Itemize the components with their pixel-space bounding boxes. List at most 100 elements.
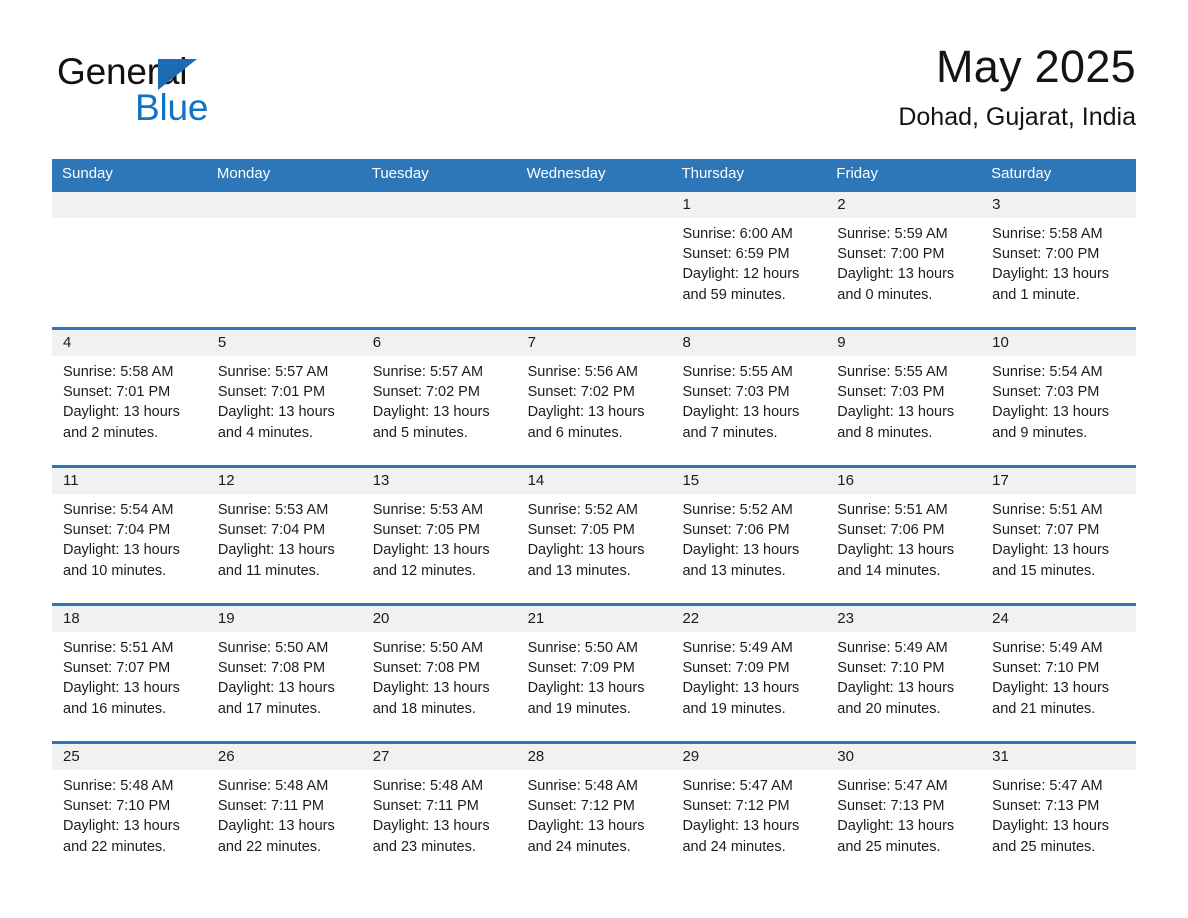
day-number[interactable]: 9 xyxy=(826,330,981,356)
day-cell[interactable]: Sunrise: 5:47 AM Sunset: 7:13 PM Dayligh… xyxy=(981,770,1136,879)
daylight-text-cont: and 22 minutes. xyxy=(217,838,322,855)
day-number[interactable] xyxy=(517,192,672,218)
day-cell[interactable]: Sunrise: 5:47 AM Sunset: 7:13 PM Dayligh… xyxy=(826,770,981,879)
daylight-text: Daylight: 13 hours xyxy=(837,818,955,835)
day-cell[interactable]: Sunrise: 5:50 AM Sunset: 7:08 PM Dayligh… xyxy=(362,632,517,741)
sunrise-text: Sunrise: 5:48 AM xyxy=(372,778,484,794)
location-subtitle: Dohad, Gujarat, India xyxy=(898,103,1136,131)
sunset-text: Sunset: 7:04 PM xyxy=(217,522,326,539)
day-number[interactable]: 16 xyxy=(826,468,981,494)
day-number[interactable]: 31 xyxy=(981,744,1136,770)
day-cell[interactable]: Sunrise: 5:52 AM Sunset: 7:05 PM Dayligh… xyxy=(517,494,672,603)
day-cell[interactable]: Sunrise: 5:55 AM Sunset: 7:03 PM Dayligh… xyxy=(671,356,826,465)
sunrise-text: Sunrise: 5:51 AM xyxy=(992,502,1103,518)
sunrise-text: Sunrise: 5:55 AM xyxy=(682,364,793,380)
day-number[interactable] xyxy=(52,192,207,218)
day-number[interactable]: 19 xyxy=(207,606,362,632)
day-number[interactable]: 22 xyxy=(671,606,826,632)
day-number[interactable]: 7 xyxy=(517,330,672,356)
sunrise-text: Sunrise: 5:50 AM xyxy=(527,640,638,656)
day-number[interactable]: 4 xyxy=(52,330,207,356)
day-cell[interactable]: Sunrise: 5:50 AM Sunset: 7:08 PM Dayligh… xyxy=(207,632,362,741)
daylight-text-cont: and 59 minutes. xyxy=(682,286,786,303)
day-number[interactable]: 10 xyxy=(981,330,1136,356)
day-cell[interactable]: Sunrise: 5:58 AM Sunset: 7:01 PM Dayligh… xyxy=(52,356,207,465)
day-number[interactable]: 21 xyxy=(517,606,672,632)
day-number[interactable]: 15 xyxy=(671,468,826,494)
sunrise-text: Sunrise: 5:48 AM xyxy=(527,778,638,794)
day-number[interactable]: 6 xyxy=(362,330,517,356)
sunset-text: Sunset: 7:09 PM xyxy=(682,660,790,677)
day-cell[interactable]: Sunrise: 5:55 AM Sunset: 7:03 PM Dayligh… xyxy=(826,356,981,465)
daylight-text: Daylight: 13 hours xyxy=(372,542,490,559)
day-cell[interactable]: Sunrise: 5:56 AM Sunset: 7:02 PM Dayligh… xyxy=(517,356,672,465)
day-number[interactable]: 30 xyxy=(826,744,981,770)
day-number[interactable]: 2 xyxy=(826,192,981,218)
day-cell[interactable]: Sunrise: 5:58 AM Sunset: 7:00 PM Dayligh… xyxy=(981,218,1136,327)
daylight-text-cont: and 13 minutes. xyxy=(682,562,786,579)
day-cell[interactable]: Sunrise: 5:51 AM Sunset: 7:07 PM Dayligh… xyxy=(981,494,1136,603)
day-number[interactable]: 5 xyxy=(207,330,362,356)
day-cell[interactable]: Sunrise: 5:49 AM Sunset: 7:10 PM Dayligh… xyxy=(981,632,1136,741)
day-number[interactable]: 27 xyxy=(362,744,517,770)
day-number[interactable]: 25 xyxy=(52,744,207,770)
daylight-text: Daylight: 13 hours xyxy=(63,542,180,559)
day-cell[interactable]: Sunrise: 5:53 AM Sunset: 7:04 PM Dayligh… xyxy=(207,494,362,603)
daylight-text: Daylight: 13 hours xyxy=(992,404,1110,421)
day-number[interactable]: 3 xyxy=(981,192,1136,218)
daylight-text: Daylight: 13 hours xyxy=(63,404,180,421)
day-cell[interactable]: Sunrise: 5:54 AM Sunset: 7:04 PM Dayligh… xyxy=(52,494,207,603)
daylight-text: Daylight: 13 hours xyxy=(837,680,955,697)
sunset-text: Sunset: 7:10 PM xyxy=(63,798,171,815)
daylight-text: Daylight: 12 hours xyxy=(682,266,800,283)
day-cell[interactable] xyxy=(362,218,517,327)
daylight-text: Daylight: 13 hours xyxy=(837,542,955,559)
day-cell[interactable]: Sunrise: 5:48 AM Sunset: 7:12 PM Dayligh… xyxy=(517,770,672,879)
day-cell[interactable]: Sunrise: 5:48 AM Sunset: 7:11 PM Dayligh… xyxy=(362,770,517,879)
week-day-details: Sunrise: 5:48 AM Sunset: 7:10 PM Dayligh… xyxy=(52,770,1136,879)
day-number[interactable]: 28 xyxy=(517,744,672,770)
day-cell[interactable]: Sunrise: 5:51 AM Sunset: 7:06 PM Dayligh… xyxy=(826,494,981,603)
day-cell[interactable]: Sunrise: 5:57 AM Sunset: 7:01 PM Dayligh… xyxy=(207,356,362,465)
day-number[interactable]: 14 xyxy=(517,468,672,494)
sunset-text: Sunset: 7:05 PM xyxy=(527,522,635,539)
day-number[interactable]: 29 xyxy=(671,744,826,770)
day-number[interactable] xyxy=(207,192,362,218)
daylight-text-cont: and 13 minutes. xyxy=(527,562,631,579)
day-cell[interactable]: Sunrise: 5:49 AM Sunset: 7:10 PM Dayligh… xyxy=(826,632,981,741)
day-cell[interactable]: Sunrise: 5:59 AM Sunset: 7:00 PM Dayligh… xyxy=(826,218,981,327)
day-number[interactable]: 11 xyxy=(52,468,207,494)
day-number[interactable]: 26 xyxy=(207,744,362,770)
day-cell[interactable]: Sunrise: 5:52 AM Sunset: 7:06 PM Dayligh… xyxy=(671,494,826,603)
day-cell[interactable] xyxy=(52,218,207,327)
day-number[interactable]: 12 xyxy=(207,468,362,494)
daylight-text-cont: and 10 minutes. xyxy=(63,562,167,579)
sunrise-text: Sunrise: 5:49 AM xyxy=(682,640,793,656)
day-cell[interactable]: Sunrise: 5:48 AM Sunset: 7:11 PM Dayligh… xyxy=(207,770,362,879)
day-number[interactable]: 23 xyxy=(826,606,981,632)
day-number[interactable]: 17 xyxy=(981,468,1136,494)
sunrise-text: Sunrise: 5:54 AM xyxy=(992,364,1103,380)
day-cell[interactable]: Sunrise: 5:53 AM Sunset: 7:05 PM Dayligh… xyxy=(362,494,517,603)
day-cell[interactable]: Sunrise: 5:47 AM Sunset: 7:12 PM Dayligh… xyxy=(671,770,826,879)
day-number[interactable]: 20 xyxy=(362,606,517,632)
day-cell[interactable]: Sunrise: 5:57 AM Sunset: 7:02 PM Dayligh… xyxy=(362,356,517,465)
sunset-text: Sunset: 7:03 PM xyxy=(992,384,1100,401)
day-number[interactable]: 8 xyxy=(671,330,826,356)
day-number[interactable]: 24 xyxy=(981,606,1136,632)
day-cell[interactable]: Sunrise: 6:00 AM Sunset: 6:59 PM Dayligh… xyxy=(671,218,826,327)
day-number[interactable]: 18 xyxy=(52,606,207,632)
day-cell[interactable]: Sunrise: 5:54 AM Sunset: 7:03 PM Dayligh… xyxy=(981,356,1136,465)
day-number[interactable]: 1 xyxy=(671,192,826,218)
day-cell[interactable] xyxy=(517,218,672,327)
day-number[interactable]: 13 xyxy=(362,468,517,494)
day-cell[interactable]: Sunrise: 5:50 AM Sunset: 7:09 PM Dayligh… xyxy=(517,632,672,741)
day-number[interactable] xyxy=(362,192,517,218)
sunset-text: Sunset: 7:04 PM xyxy=(63,522,171,539)
day-cell[interactable]: Sunrise: 5:51 AM Sunset: 7:07 PM Dayligh… xyxy=(52,632,207,741)
day-cell[interactable] xyxy=(207,218,362,327)
sunrise-text: Sunrise: 5:51 AM xyxy=(63,640,174,656)
day-cell[interactable]: Sunrise: 5:48 AM Sunset: 7:10 PM Dayligh… xyxy=(52,770,207,879)
day-cell[interactable]: Sunrise: 5:49 AM Sunset: 7:09 PM Dayligh… xyxy=(671,632,826,741)
weekday-header-friday: Friday xyxy=(836,165,878,182)
